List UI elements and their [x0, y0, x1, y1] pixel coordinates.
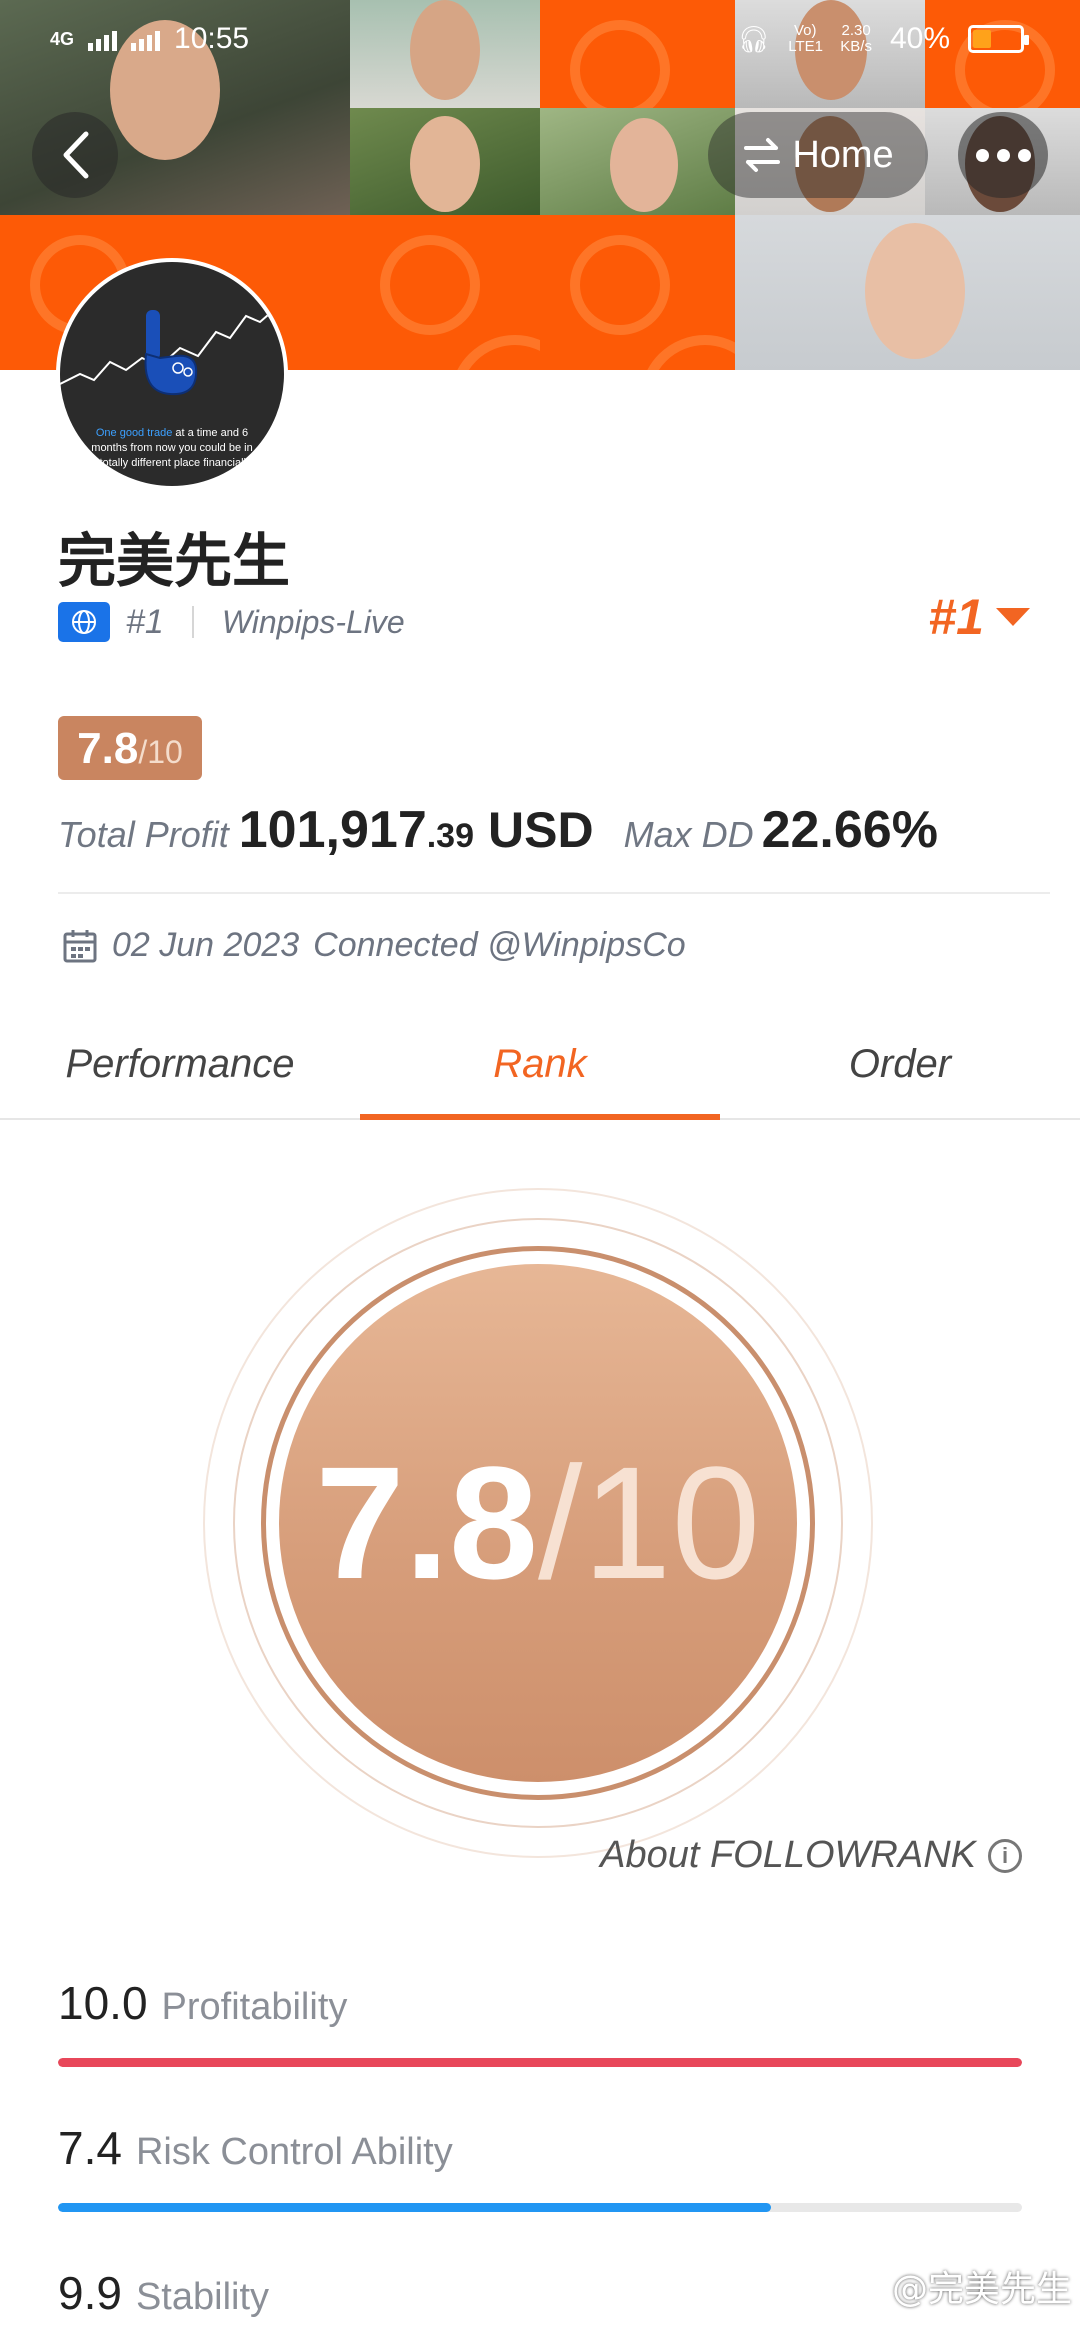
metric-stability: 9.9 Stability — [58, 2266, 1022, 2320]
tab-bar: Performance Rank Order — [0, 1010, 1080, 1120]
banner-pattern — [350, 215, 540, 370]
followrank-max: /10 — [538, 1433, 761, 1612]
metric-value: 7.4 — [58, 2122, 122, 2174]
total-profit-label: Total Profit — [58, 814, 229, 855]
about-followrank-label: About FOLLOWRANK — [600, 1834, 976, 1876]
score-core: 7.8 /10 — [279, 1264, 797, 1782]
network-speed-value: 2.30 — [841, 22, 871, 39]
calendar-icon — [63, 929, 97, 962]
metric-risk-control: 7.4 Risk Control Ability — [58, 2121, 1022, 2212]
profit-summary: Total Profit 101,917.39 USD Max DD 22.66… — [58, 800, 938, 860]
swap-icon — [744, 138, 781, 172]
home-button[interactable]: Home — [708, 112, 928, 198]
metric-label: Stability — [135, 2276, 270, 2318]
caret-down-icon — [996, 608, 1030, 626]
home-label: Home — [792, 133, 894, 176]
avatar[interactable]: One good trade at a time and 6 months fr… — [56, 258, 288, 490]
banner-photo — [350, 108, 540, 215]
trader-name: 完美先生 — [58, 527, 291, 595]
banner-photo — [735, 215, 1080, 370]
more-icon — [975, 148, 1031, 162]
headphones-icon: 🎧︎ — [737, 23, 771, 54]
followrank-score: 7.8 — [315, 1433, 538, 1612]
status-bar: 4G 10:55 🎧︎ Vo) LTE1 2.30 KB/s 40% — [0, 0, 1080, 84]
max-dd-label: Max DD — [623, 814, 754, 855]
avatar-caption-highlight: One good trade — [95, 427, 173, 439]
score-badge: 7.8 /10 — [58, 716, 202, 780]
metric-label: Profitability — [161, 1986, 348, 2028]
total-profit-whole: 101,917 — [238, 801, 427, 859]
total-profit-cents: .39 — [426, 817, 474, 855]
rank-dropdown[interactable]: #1 — [928, 588, 1030, 646]
currency-label: USD — [488, 802, 594, 858]
battery-icon — [968, 25, 1029, 53]
avatar-graphic — [60, 306, 284, 396]
max-dd-value: 22.66% — [761, 801, 938, 859]
broker-account[interactable]: Winpips-Live — [222, 604, 405, 641]
global-rank: #1 — [126, 602, 164, 641]
tab-rank[interactable]: Rank — [360, 1010, 720, 1120]
connected-text: Connected @WinpipsCo — [313, 926, 686, 964]
info-icon: i — [988, 1838, 1022, 1873]
volte-indicator: Vo) LTE1 — [788, 22, 824, 55]
signal-icon — [88, 27, 118, 51]
globe-icon — [58, 602, 110, 642]
score-value: 7.8 — [77, 724, 139, 773]
network-speed-unit: KB/s — [840, 38, 872, 55]
metric-profitability: 10.0 Profitability — [58, 1976, 1022, 2067]
banner-photo — [540, 108, 735, 215]
divider — [58, 892, 1050, 894]
metric-bar — [58, 2203, 1022, 2212]
watermark: @完美先生 — [891, 2269, 1072, 2310]
banner-pattern — [540, 215, 735, 370]
network-type: 4G — [50, 28, 75, 49]
rank-badge: #1 — [928, 589, 984, 645]
tab-order[interactable]: Order — [720, 1010, 1080, 1118]
total-profit-value: 101,917.39 — [239, 800, 474, 860]
followrank-score-circle: 7.8 /10 — [203, 1188, 873, 1858]
metric-value: 9.9 — [58, 2267, 122, 2319]
connection-info: 02 Jun 2023 Connected @WinpipsCo — [62, 926, 686, 965]
tab-performance[interactable]: Performance — [0, 1010, 360, 1118]
network-speed: 2.30 KB/s — [840, 23, 872, 55]
about-followrank-link[interactable]: About FOLLOWRANK i — [600, 1834, 1022, 1877]
status-time: 10:55 — [174, 22, 250, 55]
profile-meta: #1 Winpips-Live — [58, 600, 405, 644]
score-max: /10 — [138, 734, 183, 770]
metric-bar — [58, 2058, 1022, 2067]
metric-label: Risk Control Ability — [135, 2131, 453, 2173]
chevron-left-icon — [63, 131, 89, 179]
battery-percent: 40% — [889, 22, 950, 55]
signal-icon — [131, 27, 161, 51]
connected-date: 02 Jun 2023 — [112, 926, 300, 964]
back-button[interactable] — [32, 112, 118, 198]
metric-bar-fill — [58, 2203, 772, 2212]
metric-bar-fill — [58, 2058, 1022, 2067]
meta-divider — [191, 606, 194, 638]
metric-value: 10.0 — [58, 1977, 148, 2029]
more-button[interactable] — [958, 112, 1048, 198]
avatar-caption: One good trade at a time and 6 months fr… — [90, 426, 254, 471]
